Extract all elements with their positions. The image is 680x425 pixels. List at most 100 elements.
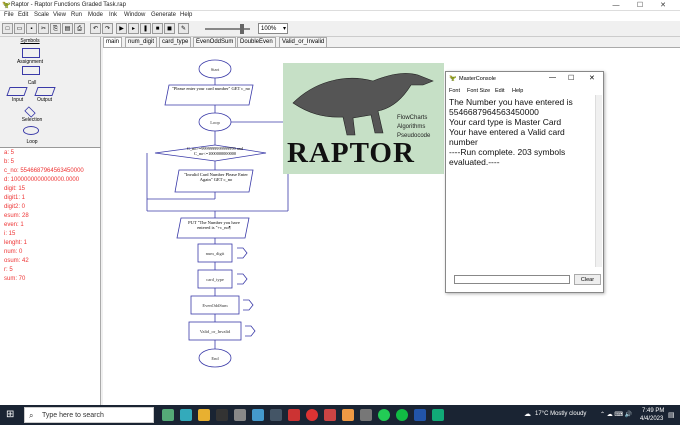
copy-icon[interactable]: ⎘ bbox=[50, 23, 61, 34]
weather-icon[interactable]: ☁ bbox=[524, 410, 531, 418]
speed-slider-thumb[interactable] bbox=[240, 24, 244, 34]
console-output: The Number you have entered is 554668796… bbox=[449, 97, 595, 265]
menu-run[interactable]: Run bbox=[71, 12, 82, 18]
whatsapp-icon[interactable] bbox=[378, 409, 390, 421]
console-menu-font[interactable]: Font bbox=[449, 88, 460, 94]
clock-date[interactable]: 4/4/2023 bbox=[640, 416, 663, 422]
console-line: Your card type is Master Card bbox=[449, 117, 562, 127]
loop-symbol[interactable] bbox=[23, 126, 39, 135]
splash-line-3: Pseudocode bbox=[397, 133, 431, 139]
input-label: "Please enter your card number" GET c_no bbox=[171, 86, 251, 91]
tab-num-digit[interactable]: num_digit bbox=[125, 37, 158, 47]
spotify-icon[interactable] bbox=[396, 409, 408, 421]
assignment-label: Assignment bbox=[16, 59, 44, 65]
weather-text[interactable]: 17°C Mostly cloudy bbox=[535, 411, 586, 417]
raptor-icon: 🦖 bbox=[2, 2, 11, 9]
word-icon[interactable] bbox=[414, 409, 426, 421]
minimize-button[interactable]: — bbox=[610, 1, 622, 10]
step-icon[interactable]: ▸ bbox=[128, 23, 139, 34]
var-item: digit1: 1 bbox=[4, 195, 26, 201]
new-icon[interactable]: □ bbox=[2, 23, 13, 34]
loop-label: Loop bbox=[26, 139, 38, 145]
app-icon[interactable] bbox=[324, 409, 336, 421]
app-icon[interactable] bbox=[432, 409, 444, 421]
close-button[interactable]: ✕ bbox=[589, 74, 595, 82]
task-view-icon[interactable] bbox=[162, 409, 174, 421]
app-icon[interactable] bbox=[342, 409, 354, 421]
run-icon[interactable]: ▶ bbox=[116, 23, 127, 34]
windows-start-icon[interactable]: ⊞ bbox=[6, 409, 14, 420]
console-menu-font-size[interactable]: Font Size bbox=[467, 88, 490, 94]
menu-window[interactable]: Window bbox=[124, 12, 145, 18]
print-icon[interactable]: ⎙ bbox=[74, 23, 85, 34]
output-symbol[interactable] bbox=[34, 87, 56, 96]
minimize-button[interactable]: — bbox=[549, 74, 556, 81]
raptor-splash: RAPTOR FlowCharts Algorithms Pseudocode bbox=[283, 63, 444, 174]
menu-generate[interactable]: Generate bbox=[151, 12, 176, 18]
console-input[interactable] bbox=[454, 275, 570, 284]
var-item: r: 5 bbox=[4, 267, 13, 273]
input-symbol[interactable] bbox=[6, 87, 28, 96]
store-icon[interactable] bbox=[216, 409, 228, 421]
loop-label: Loop bbox=[210, 120, 220, 125]
redo-icon[interactable]: ↷ bbox=[102, 23, 113, 34]
menu-help[interactable]: Help bbox=[180, 12, 192, 18]
menu-edit[interactable]: Edit bbox=[18, 12, 28, 18]
file-explorer-icon[interactable] bbox=[198, 409, 210, 421]
menu-view[interactable]: View bbox=[53, 12, 66, 18]
paste-icon[interactable]: ▤ bbox=[62, 23, 73, 34]
pen-icon[interactable]: ✎ bbox=[178, 23, 189, 34]
raptor-taskbar-icon[interactable] bbox=[360, 409, 372, 421]
console-menu-bar: Font Font Size Edit Help bbox=[446, 87, 603, 95]
call2-label: card_type bbox=[206, 277, 224, 282]
tab-doubleeven[interactable]: DoubleEven bbox=[237, 37, 276, 47]
splash-line-1: FlowCharts bbox=[397, 115, 428, 121]
taskbar: ⊞ ⌕ Type here to search ☁ 17°C Mostly cl… bbox=[0, 405, 680, 425]
call1-label: num_digit bbox=[206, 251, 225, 256]
maximize-button[interactable]: ☐ bbox=[568, 74, 574, 82]
clock-time[interactable]: 7:49 PM bbox=[642, 408, 664, 414]
zoom-select[interactable]: 100% ▾ bbox=[258, 23, 288, 34]
chrome-icon[interactable] bbox=[306, 409, 318, 421]
console-menu-help[interactable]: Help bbox=[512, 88, 523, 94]
tab-card-type[interactable]: card_type bbox=[159, 37, 192, 47]
taskbar-search[interactable]: ⌕ Type here to search bbox=[24, 407, 154, 423]
call-symbol[interactable] bbox=[22, 66, 40, 75]
chevron-down-icon: ▾ bbox=[282, 26, 286, 32]
open-icon[interactable]: ▭ bbox=[14, 23, 25, 34]
opera-icon[interactable] bbox=[288, 409, 300, 421]
undo-icon[interactable]: ↶ bbox=[90, 23, 101, 34]
var-item: lenght: 1 bbox=[4, 240, 28, 246]
mail-icon[interactable] bbox=[252, 409, 264, 421]
maximize-button[interactable]: ☐ bbox=[634, 1, 646, 10]
tray-icons[interactable]: ⌃ ☁ ⌨ 🔊 bbox=[600, 411, 632, 418]
menu-file[interactable]: File bbox=[4, 12, 14, 18]
cut-icon[interactable]: ✂ bbox=[38, 23, 49, 34]
tab-valid-or-invalid[interactable]: Valid_or_Invalid bbox=[279, 37, 328, 47]
menu-mode[interactable]: Mode bbox=[88, 12, 103, 18]
clear-button[interactable]: Clear bbox=[574, 274, 601, 285]
notification-icon[interactable]: ▤ bbox=[668, 411, 675, 419]
reset-icon[interactable]: ◼ bbox=[164, 23, 175, 34]
input-label: Input bbox=[12, 97, 24, 103]
pause-icon[interactable]: ❚ bbox=[140, 23, 151, 34]
stop-icon[interactable]: ■ bbox=[152, 23, 163, 34]
tab-main[interactable]: main bbox=[103, 37, 123, 47]
tab-evenoddsum[interactable]: EvenOddSum bbox=[193, 37, 237, 47]
assignment-symbol[interactable] bbox=[22, 48, 40, 58]
app-icon[interactable] bbox=[270, 409, 282, 421]
condition-label: C_no>=9999999999999999 and C_no<=1000000… bbox=[187, 146, 243, 156]
console-scrollbar[interactable] bbox=[595, 95, 602, 267]
app-icon[interactable] bbox=[234, 409, 246, 421]
console-menu-edit[interactable]: Edit bbox=[495, 88, 504, 94]
var-item: num: 0 bbox=[4, 249, 23, 255]
selection-symbol[interactable] bbox=[24, 106, 36, 118]
edge-icon[interactable] bbox=[180, 409, 192, 421]
menu-scale[interactable]: Scale bbox=[34, 12, 49, 18]
splash-line-2: Algorithms bbox=[397, 124, 426, 130]
menu-ink[interactable]: Ink bbox=[109, 12, 117, 18]
save-icon[interactable]: ▪ bbox=[26, 23, 37, 34]
window-title: Raptor - Raptor Functions Graded Task.ra… bbox=[11, 2, 126, 8]
search-icon: ⌕ bbox=[29, 411, 34, 420]
close-button[interactable]: ✕ bbox=[657, 1, 669, 10]
